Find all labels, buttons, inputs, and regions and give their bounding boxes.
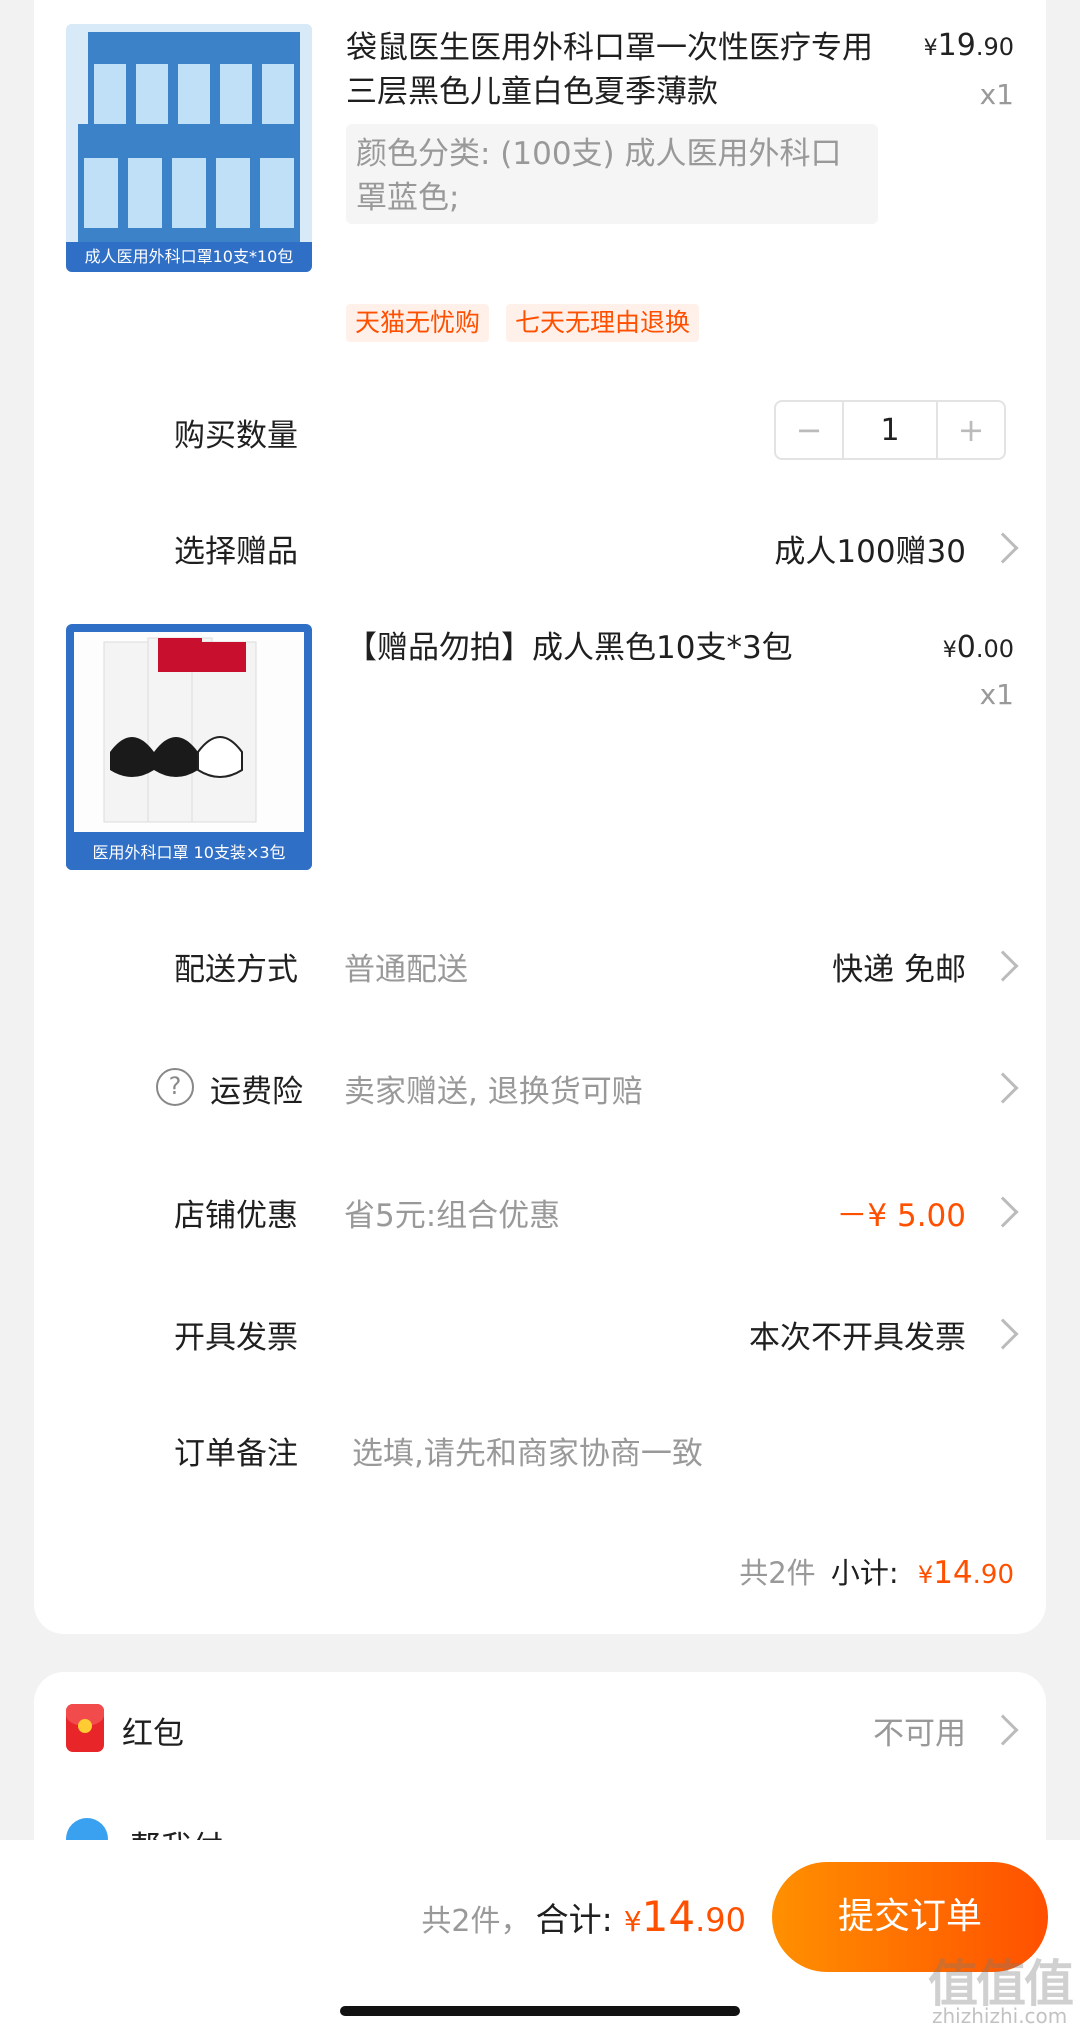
gift-image-caption: 医用外科口罩 10支装×3包 [66,836,312,870]
price-currency: ¥ [923,36,938,61]
subtotal: 共2件 小计: ¥14.90 [739,1550,1014,1592]
shipping-value[interactable]: 快递 免邮 [832,944,966,989]
product-title[interactable]: 袋鼠医生医用外科口罩一次性医疗专用三层黑色儿童白色夏季薄款 [346,26,886,114]
quantity-label: 购买数量 [174,418,298,454]
subtotal-count: 共2件 [739,1556,816,1590]
gift-price-dec: .00 [975,635,1014,663]
discount-value[interactable]: －¥ 5.00 [836,1190,966,1235]
gift-price: ¥0.00 [854,630,1014,665]
total-yen: ¥ [623,1905,642,1938]
gift-label: 选择赠品 [174,534,298,570]
total-label: 合计: [535,1900,613,1939]
shipping-label: 配送方式 [174,952,298,988]
quantity-plus-button[interactable]: + [938,402,1004,458]
invoice-value[interactable]: 本次不开具发票 [749,1312,966,1357]
watermark-url: zhizhizhi.com [932,2004,1068,2028]
subtotal-label: 小计: [830,1556,899,1590]
mask-package-image [66,24,312,272]
product-qty: x1 [979,78,1014,111]
shipping-sub: 普通配送 [344,952,468,988]
quantity-value[interactable]: 1 [842,402,938,458]
red-packet-icon [66,1704,104,1752]
subtotal-int: 14 [933,1555,973,1591]
price-int: 19 [937,28,976,63]
gift-title[interactable]: 【赠品勿拍】成人黑色10支*3包 [346,626,886,670]
total-int: 14 [641,1892,696,1941]
total-dec: .90 [695,1901,746,1939]
gift-value[interactable]: 成人100赠30 [774,526,966,571]
product-price: ¥19.90 [854,28,1014,63]
black-mask-package-image [74,632,304,832]
home-indicator[interactable] [340,2006,740,2016]
insurance-sub: 卖家赠送, 退换货可赔 [344,1074,643,1110]
subtotal-dec: .90 [972,1560,1014,1590]
red-packet-value[interactable]: 不可用 [873,1708,966,1753]
discount-label: 店铺优惠 [174,1198,298,1234]
discount-sub: 省5元:组合优惠 [344,1198,561,1234]
quantity-minus-button[interactable]: − [776,402,842,458]
insurance-label: 运费险 [210,1074,303,1110]
red-packet-label: 红包 [122,1716,184,1752]
quantity-stepper: − 1 + [774,400,1006,460]
invoice-label: 开具发票 [174,1320,298,1356]
note-label: 订单备注 [174,1436,298,1472]
total-count: 共2件， [421,1904,531,1939]
gift-price-currency: ¥ [942,638,957,663]
tag-7day-return: 七天无理由退换 [506,304,700,342]
tag-tmall-worry-free: 天猫无忧购 [346,304,490,342]
product-image-caption: 成人医用外科口罩10支*10包 [66,242,312,272]
note-input[interactable]: 选填,请先和商家协商一致 [352,1428,972,1473]
help-icon[interactable]: ? [156,1068,194,1106]
total: 共2件， 合计: ¥14.90 [421,1892,746,1941]
price-dec: .90 [975,33,1014,61]
product-image[interactable]: 成人医用外科口罩10支*10包 [66,24,312,272]
sku-selector[interactable]: 颜色分类: (100支) 成人医用外科口罩蓝色; [346,124,878,224]
gift-qty: x1 [979,678,1014,711]
gift-image[interactable]: 医用外科口罩 10支装×3包 [66,624,312,870]
gift-price-int: 0 [956,630,976,665]
subtotal-yen: ¥ [917,1561,934,1589]
